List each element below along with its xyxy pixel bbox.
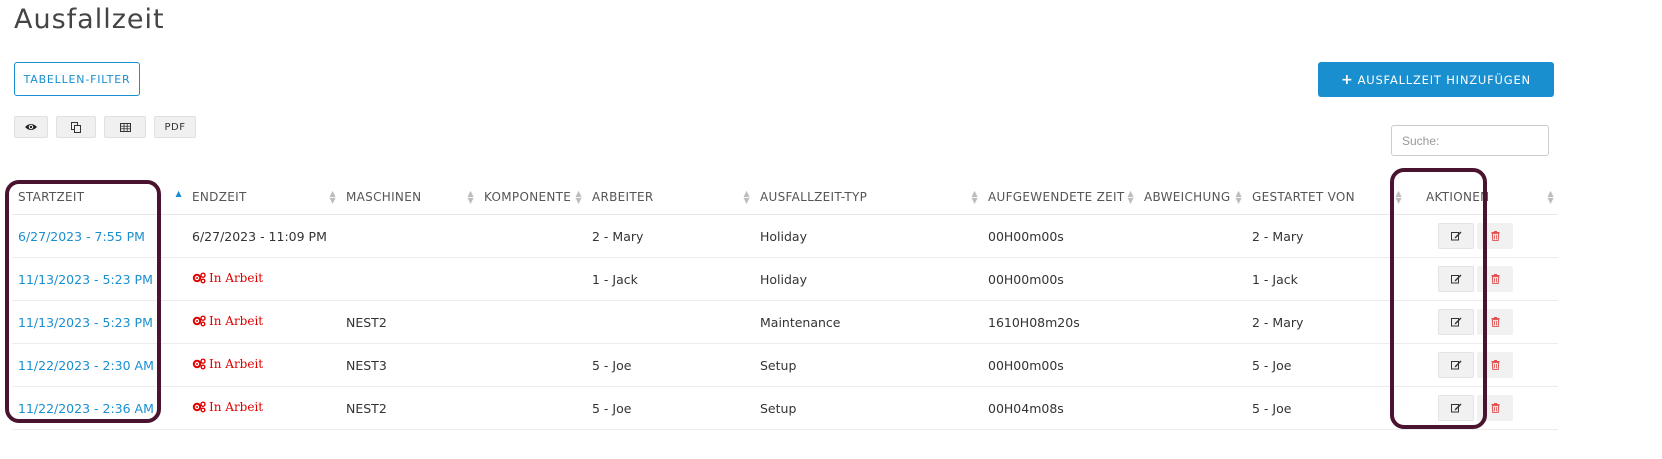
plus-icon: + (1341, 71, 1354, 88)
sort-icon: ▲ ▼ (1127, 189, 1134, 205)
time-spent-cell: 00H00m00s (988, 271, 1064, 287)
column-header-machines[interactable]: MASCHINEN ▲ ▼ (340, 180, 478, 215)
column-header-end[interactable]: ENDZEIT ▲ ▼ (186, 180, 340, 215)
delete-button[interactable] (1477, 309, 1513, 335)
machine-cell: NEST3 (346, 357, 387, 373)
gears-icon (192, 401, 206, 413)
trash-icon (1491, 317, 1499, 327)
table-row: 11/22/2023 - 2:30 AM In Arbeit NEST3 5 - Jo… (12, 343, 1558, 387)
sort-icon: ▲ ▼ (743, 189, 750, 205)
add-downtime-label: AUSFALLZEIT HINZUFÜGEN (1357, 72, 1531, 87)
column-header-worker[interactable]: ARBEITER ▲ ▼ (586, 180, 754, 215)
start-time-link[interactable]: 6/27/2023 - 7:55 PM (18, 229, 145, 244)
edit-button[interactable] (1438, 266, 1474, 292)
table-row: 11/13/2023 - 5:23 PM In Arbeit 1 - Jack Hol… (12, 257, 1558, 301)
edit-button[interactable] (1438, 223, 1474, 249)
started-by-cell: 2 - Mary (1252, 314, 1304, 330)
export-toolbar: PDF (14, 116, 196, 138)
trash-icon (1491, 360, 1499, 370)
table-row: 6/27/2023 - 7:55 PM 6/27/2023 - 11:09 PM 2… (12, 214, 1558, 258)
worker-cell: 1 - Jack (592, 271, 638, 287)
delete-button[interactable] (1477, 395, 1513, 421)
start-time-link[interactable]: 11/22/2023 - 2:36 AM (18, 401, 154, 416)
copy-icon (70, 121, 81, 133)
started-by-cell: 2 - Mary (1252, 228, 1304, 244)
in-work-status: In Arbeit (192, 314, 263, 328)
sort-icon: ▲ ▼ (971, 189, 978, 205)
time-spent-cell: 00H00m00s (988, 357, 1064, 373)
downtime-type-cell: Holiday (760, 271, 807, 287)
edit-icon (1450, 274, 1461, 284)
gears-icon (192, 272, 206, 284)
trash-icon (1491, 231, 1499, 241)
view-columns-button[interactable] (14, 116, 48, 138)
gears-icon (192, 358, 206, 370)
sort-asc-icon: ▲ (175, 189, 182, 198)
edit-icon (1450, 403, 1461, 413)
sort-icon: ▲ ▼ (329, 189, 336, 205)
worker-cell: 5 - Joe (592, 357, 632, 373)
sort-icon: ▲ ▼ (467, 189, 474, 205)
column-header-time-spent[interactable]: AUFGEWENDETE ZEIT ▲ ▼ (982, 180, 1138, 215)
worker-cell: 5 - Joe (592, 400, 632, 416)
started-by-cell: 5 - Joe (1252, 357, 1292, 373)
start-time-link[interactable]: 11/13/2023 - 5:23 PM (18, 272, 153, 287)
edit-button[interactable] (1438, 395, 1474, 421)
excel-button[interactable] (104, 116, 146, 138)
edit-button[interactable] (1438, 352, 1474, 378)
time-spent-cell: 1610H08m20s (988, 314, 1080, 330)
column-header-start[interactable]: STARTZEIT ▲ (12, 180, 186, 215)
sort-icon: ▲ ▼ (1395, 189, 1402, 205)
edit-icon (1450, 231, 1461, 241)
in-work-status: In Arbeit (192, 271, 263, 285)
time-spent-cell: 00H04m08s (988, 400, 1064, 416)
started-by-cell: 1 - Jack (1252, 271, 1298, 287)
sort-icon: ▲ ▼ (575, 189, 582, 205)
column-header-deviation[interactable]: ABWEICHUNG ▲ ▼ (1138, 180, 1246, 215)
pdf-button[interactable]: PDF (154, 116, 196, 138)
table-filter-button[interactable]: TABELLEN-FILTER (14, 62, 140, 96)
trash-icon (1491, 274, 1499, 284)
delete-button[interactable] (1477, 223, 1513, 249)
copy-button[interactable] (56, 116, 96, 138)
table-row: 11/22/2023 - 2:36 AM In Arbeit NEST2 5 - Jo… (12, 386, 1558, 430)
in-work-status: In Arbeit (192, 357, 263, 371)
column-header-actions[interactable]: AKTIONEN ▲ ▼ (1406, 180, 1558, 215)
machine-cell: NEST2 (346, 314, 387, 330)
table-icon (119, 122, 131, 132)
started-by-cell: 5 - Joe (1252, 400, 1292, 416)
start-time-link[interactable]: 11/13/2023 - 5:23 PM (18, 315, 153, 330)
in-work-status: In Arbeit (192, 400, 263, 414)
downtime-table: STARTZEIT ▲ ENDZEIT ▲ ▼ MASCHINEN ▲ ▼ KOMPONE… (12, 180, 1558, 430)
worker-cell: 2 - Mary (592, 228, 644, 244)
column-header-component[interactable]: KOMPONENTE ▲ ▼ (478, 180, 586, 215)
delete-button[interactable] (1477, 352, 1513, 378)
edit-icon (1450, 317, 1461, 327)
sort-icon: ▲ ▼ (1547, 189, 1554, 205)
downtime-type-cell: Holiday (760, 228, 807, 244)
edit-icon (1450, 360, 1461, 370)
machine-cell: NEST2 (346, 400, 387, 416)
start-time-link[interactable]: 11/22/2023 - 2:30 AM (18, 358, 154, 373)
edit-button[interactable] (1438, 309, 1474, 335)
delete-button[interactable] (1477, 266, 1513, 292)
eye-icon (25, 124, 37, 130)
column-header-started-by[interactable]: GESTARTET VON ▲ ▼ (1246, 180, 1406, 215)
search-input[interactable] (1391, 125, 1549, 156)
column-header-downtime-type[interactable]: AUSFALLZEIT-TYP ▲ ▼ (754, 180, 982, 215)
downtime-type-cell: Setup (760, 400, 797, 416)
time-spent-cell: 00H00m00s (988, 228, 1064, 244)
trash-icon (1491, 403, 1499, 413)
end-time: 6/27/2023 - 11:09 PM (192, 228, 327, 244)
add-downtime-button[interactable]: + AUSFALLZEIT HINZUFÜGEN (1318, 62, 1554, 97)
sort-icon: ▲ ▼ (1235, 189, 1242, 205)
downtime-type-cell: Maintenance (760, 314, 841, 330)
table-row: 11/13/2023 - 5:23 PM In Arbeit NEST2 Mainte… (12, 300, 1558, 344)
table-header-row: STARTZEIT ▲ ENDZEIT ▲ ▼ MASCHINEN ▲ ▼ KOMPONE… (12, 180, 1558, 215)
gears-icon (192, 315, 206, 327)
downtime-type-cell: Setup (760, 357, 797, 373)
page-title: Ausfallzeit (14, 4, 165, 35)
